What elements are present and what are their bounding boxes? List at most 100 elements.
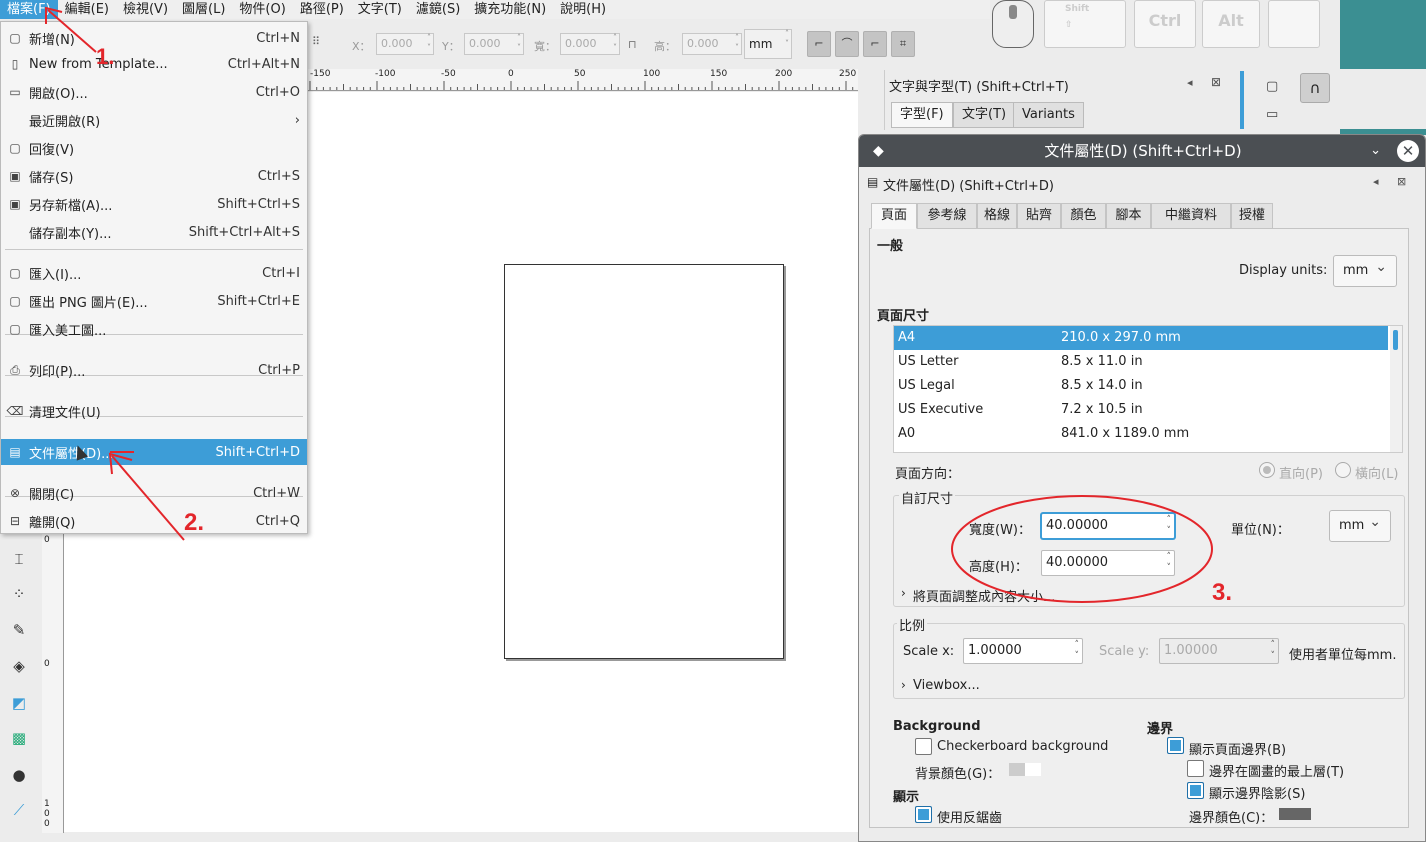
dialog-tab[interactable]: 腳本 (1106, 203, 1151, 229)
width-input[interactable]: 40.00000 ˄ ˅ (1041, 513, 1175, 539)
mesh-tool-icon[interactable]: ▩ (7, 729, 31, 751)
y-input[interactable]: 0.000 (464, 33, 524, 55)
dialog-tab[interactable]: 中繼資料 (1151, 203, 1231, 229)
file-menu-item[interactable]: ▯ New from Template... Ctrl+Alt+N (1, 51, 307, 77)
menu-filters[interactable]: 濾鏡(S) (409, 0, 467, 19)
h-input[interactable]: 0.000 (682, 33, 742, 55)
close-icon[interactable]: ✕ (1397, 140, 1419, 162)
file-menu-item[interactable]: ⊗ 關閉(C) Ctrl+W (1, 480, 307, 506)
file-menu-item[interactable]: ▣ 儲存(S) Ctrl+S (1, 163, 307, 189)
spin-buttons[interactable]: ˄ ˅ (1075, 640, 1080, 662)
file-menu-item[interactable]: ▢ 新增(N) Ctrl+N (1, 25, 307, 51)
file-menu-item[interactable]: ⌫ 清理文件(U) (1, 398, 307, 424)
new-doc-icon[interactable]: ▢ (1266, 79, 1278, 94)
text-tool-icon[interactable]: ⌶ (7, 550, 31, 572)
file-menu-item[interactable]: ▢ 回復(V) (1, 135, 307, 161)
dialog-tab[interactable]: 參考線 (917, 203, 977, 229)
units-select[interactable]: mm (1329, 507, 1391, 542)
dialog-title-bar[interactable]: ◆ 文件屬性(D) (Shift+Ctrl+D) ⌄ ✕ (859, 135, 1425, 167)
viewbox-expander[interactable]: Viewbox... (913, 678, 980, 693)
select-same-icon[interactable]: ⠿ (312, 35, 320, 48)
file-menu-item[interactable]: ▢ 匯入美工圖... (1, 316, 307, 342)
open-folder-icon[interactable]: ▭ (1266, 107, 1278, 122)
spray-tool-icon[interactable]: ⁘ (7, 585, 31, 607)
file-menu-item[interactable]: ▢ 匯入(I)... Ctrl+I (1, 260, 307, 286)
chevron-down-icon[interactable]: ⌄ (1370, 135, 1381, 167)
menu-object[interactable]: 物件(O) (232, 0, 292, 19)
scale-x-input[interactable]: 1.00000 ˄ ˅ (963, 638, 1083, 664)
menu-help[interactable]: 說明(H) (553, 0, 613, 19)
x-input[interactable]: 0.000 (376, 33, 434, 55)
panel-iconify-icon[interactable]: ◂ (1373, 175, 1379, 188)
file-menu-item[interactable]: ⊟ 離開(Q) Ctrl+Q (1, 508, 307, 534)
page-size-row[interactable]: US Legal 8.5 x 14.0 in (894, 374, 1388, 398)
page-size-row[interactable]: US Executive 7.2 x 10.5 in (894, 398, 1388, 422)
page-size-row[interactable]: A4 210.0 x 297.0 mm (894, 326, 1388, 350)
menu-extensions[interactable]: 擴充功能(N) (467, 0, 553, 19)
antialias-checkbox[interactable] (915, 806, 932, 823)
menu-text[interactable]: 文字(T) (351, 0, 409, 19)
dialog-tab[interactable]: 顏色 (1061, 203, 1106, 229)
bg-color-swatch[interactable] (1009, 763, 1041, 776)
menu-path[interactable]: 路徑(P) (293, 0, 351, 19)
w-input[interactable]: 0.000 (560, 33, 620, 55)
document-page[interactable] (504, 264, 784, 659)
checkerboard-checkbox[interactable] (915, 738, 932, 755)
lock-icon[interactable]: ⊓ (628, 38, 637, 51)
snap-toggle-icon[interactable]: ∩ (1300, 73, 1330, 103)
chevron-right-icon[interactable]: › (901, 586, 906, 600)
file-menu-item[interactable]: ▣ 另存新檔(A)... Shift+Ctrl+S (1, 191, 307, 217)
spin-buttons[interactable]: ˄ ˅ (1167, 515, 1172, 537)
dropper-tool-icon[interactable]: ● (7, 766, 31, 788)
scrollbar-thumb[interactable] (1240, 71, 1244, 129)
move-gradients-icon[interactable]: ⌐ (863, 31, 887, 57)
panel-iconify-icon[interactable]: ◂ (1187, 76, 1193, 89)
tab-variants[interactable]: Variants (1013, 102, 1084, 128)
dialog-tab[interactable]: 格線 (977, 203, 1017, 229)
gradient-tool-icon[interactable]: ◩ (7, 694, 31, 716)
menu-item-label: 最近開啟(R) (29, 114, 101, 130)
border-on-top-checkbox[interactable] (1187, 760, 1204, 777)
panel-close-icon[interactable]: ⊠ (1211, 75, 1221, 89)
file-menu-item[interactable]: ⎙ 列印(P)... Ctrl+P (1, 357, 307, 383)
dialog-tab[interactable]: 授權 (1231, 203, 1273, 229)
file-menu-item[interactable]: 最近開啟(R) › (1, 107, 307, 133)
height-input[interactable]: 40.00000 ˄ ˅ (1041, 550, 1175, 576)
menu-file[interactable]: 檔案(F) (0, 0, 58, 19)
ruler-label: -150 (310, 69, 331, 79)
paint-bucket-icon[interactable]: ◈ (7, 657, 31, 679)
border-shadow-checkbox[interactable] (1187, 782, 1204, 799)
border-color-swatch[interactable] (1279, 808, 1311, 820)
spin-buttons[interactable]: ˄ ˅ (1167, 552, 1172, 574)
page-size-row[interactable]: A0 841.0 x 1189.0 mm (894, 422, 1388, 446)
ruler-label: 150 (710, 69, 728, 79)
file-menu-item[interactable]: ▭ 開啟(O)... Ctrl+O (1, 79, 307, 105)
show-border-checkbox[interactable] (1167, 737, 1184, 754)
file-menu-item[interactable]: 儲存副本(Y)... Shift+Ctrl+Alt+S (1, 219, 307, 245)
display-units-select[interactable]: mm (1333, 252, 1397, 287)
eraser-tool-icon[interactable]: ✎ (7, 621, 31, 643)
resize-to-content-expander[interactable]: 將頁面調整成內容大小... (913, 586, 1055, 605)
chevron-right-icon[interactable]: › (901, 678, 906, 692)
panel-close-icon[interactable]: ⊠ (1397, 175, 1406, 188)
landscape-radio[interactable] (1335, 462, 1351, 478)
scale-stroke-icon[interactable]: ⌐ (807, 31, 831, 57)
scale-y-value: 1.00000 (1164, 643, 1218, 658)
new-doc-icon: ▢ (9, 31, 21, 45)
portrait-radio[interactable] (1259, 462, 1275, 478)
menu-view[interactable]: 檢視(V) (116, 0, 175, 19)
file-menu-item[interactable]: ▢ 匯出 PNG 圖片(E)... Shift+Ctrl+E (1, 288, 307, 314)
menu-layer[interactable]: 圖層(L) (175, 0, 232, 19)
tab-text[interactable]: 文字(T) (953, 102, 1016, 128)
connector-tool-icon[interactable]: ⟋ (7, 801, 31, 823)
scale-corners-icon[interactable]: ⌒ (835, 31, 859, 57)
list-scrollbar[interactable] (1390, 326, 1402, 452)
dialog-tab[interactable]: 頁面 (871, 203, 917, 229)
page-size-row[interactable]: US Letter 8.5 x 11.0 in (894, 350, 1388, 374)
tab-font[interactable]: 字型(F) (891, 102, 953, 128)
dialog-tab[interactable]: 貼齊 (1017, 203, 1061, 229)
move-patterns-icon[interactable]: ⌗ (891, 31, 915, 57)
file-menu-item[interactable]: ▤ 文件屬性(D)... Shift+Ctrl+D (1, 439, 307, 465)
unit-select[interactable]: mm (744, 29, 792, 59)
menu-edit[interactable]: 編輯(E) (58, 0, 116, 19)
